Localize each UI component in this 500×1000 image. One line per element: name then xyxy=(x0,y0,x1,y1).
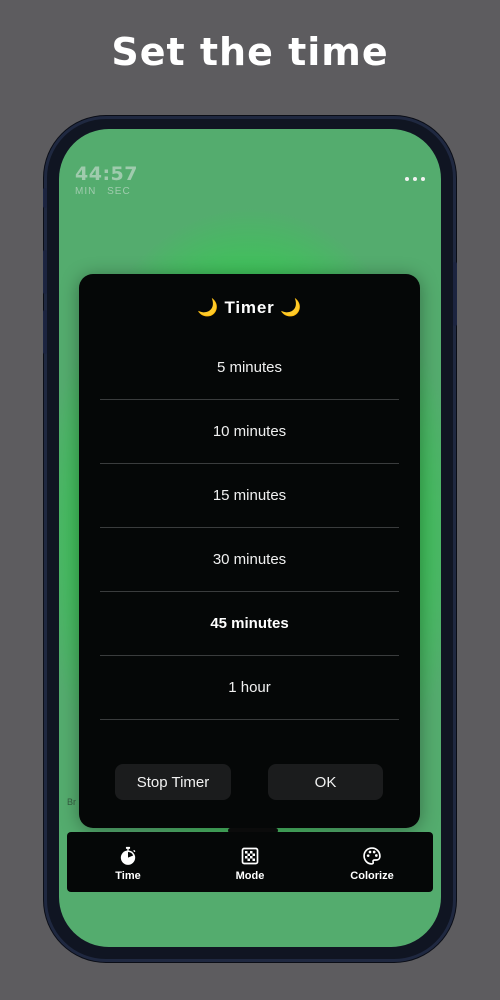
dialog-title: 🌙 Timer 🌙 xyxy=(197,298,302,317)
tab-colorize[interactable]: Colorize xyxy=(311,832,433,892)
timer-dialog: 🌙 Timer 🌙 5 minutes 10 minutes 15 minute… xyxy=(79,274,420,828)
tab-colorize-label: Colorize xyxy=(350,870,394,882)
tab-time[interactable]: Time xyxy=(67,832,189,892)
ok-button[interactable]: OK xyxy=(268,764,383,800)
tab-mode-label: Mode xyxy=(235,870,265,882)
clock-value: 44:57 xyxy=(75,163,138,185)
timer-option-10-minutes[interactable]: 10 minutes xyxy=(100,400,399,464)
phone-side-button xyxy=(43,188,47,208)
timer-options-list: 5 minutes 10 minutes 15 minutes 30 minut… xyxy=(100,336,399,720)
phone-power-button xyxy=(453,262,457,326)
phone-side-button xyxy=(43,310,47,354)
stopwatch-icon xyxy=(120,846,136,865)
bottom-tab-bar: Time Mode Colorize xyxy=(67,832,433,892)
tab-time-label: Time xyxy=(115,870,141,882)
phone-side-button xyxy=(43,250,47,294)
side-label: Br xyxy=(67,797,76,807)
clock-unit-seconds: SEC xyxy=(107,186,131,197)
stop-timer-button[interactable]: Stop Timer xyxy=(115,764,231,800)
grid-icon xyxy=(241,847,259,865)
page-headline: Set the time xyxy=(111,30,389,74)
clock-unit-minutes: MIN xyxy=(75,186,97,197)
timer-option-5-minutes[interactable]: 5 minutes xyxy=(100,336,399,400)
clock-units: MIN SEC xyxy=(75,186,138,197)
timer-option-15-minutes[interactable]: 15 minutes xyxy=(100,464,399,528)
clock-readout: 44:57 MIN SEC xyxy=(75,163,138,197)
palette-icon xyxy=(363,847,381,865)
timer-option-1-hour[interactable]: 1 hour xyxy=(100,656,399,720)
timer-option-45-minutes[interactable]: 45 minutes xyxy=(100,592,399,656)
tab-mode[interactable]: Mode xyxy=(189,832,311,892)
timer-option-30-minutes[interactable]: 30 minutes xyxy=(100,528,399,592)
more-options-icon[interactable] xyxy=(405,177,425,183)
